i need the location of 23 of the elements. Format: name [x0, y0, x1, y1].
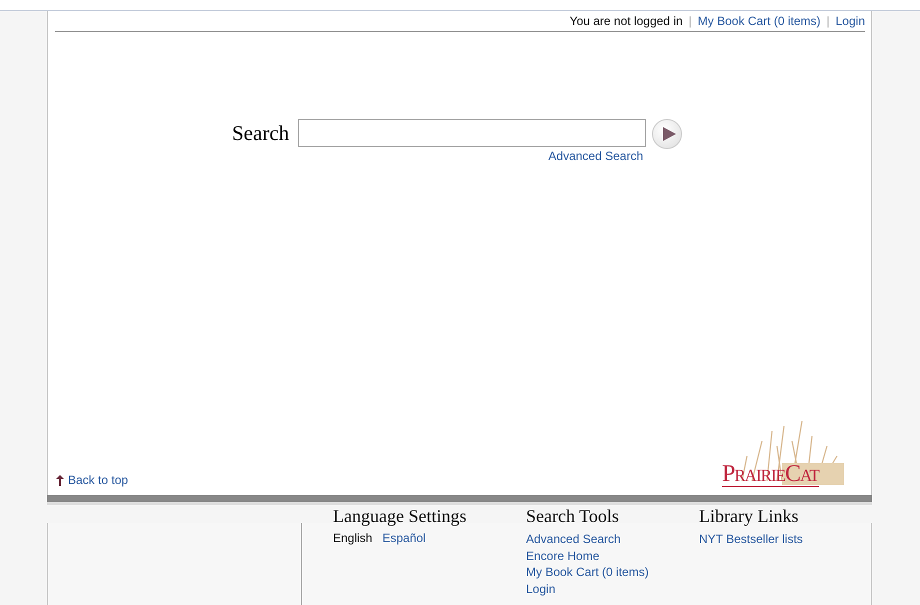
footer-link[interactable]: Advanced Search: [526, 531, 699, 548]
back-to-top-link[interactable]: Back to top: [56, 473, 128, 487]
footer-heading: Library Links: [699, 506, 800, 527]
separator: |: [826, 14, 830, 28]
up-arrow-icon: [56, 474, 64, 486]
footer-heading: Language Settings: [333, 506, 468, 527]
footer-link[interactable]: My Book Cart (0 items): [526, 564, 699, 580]
search-button[interactable]: [652, 119, 682, 149]
advanced-search-link[interactable]: Advanced Search: [548, 149, 644, 163]
search-field[interactable]: [298, 119, 646, 147]
footer-link[interactable]: NYT Bestseller lists: [699, 531, 803, 548]
logo: PrairieCat: [722, 421, 845, 489]
top-link[interactable]: My Book Cart (0 items): [698, 14, 820, 28]
top-link[interactable]: Login: [836, 14, 865, 28]
login-status: You are not logged in: [570, 14, 683, 28]
footer-heading: Search Tools: [526, 506, 620, 527]
play-icon: [662, 127, 676, 141]
separator: |: [688, 14, 692, 28]
footer-link[interactable]: Login: [526, 580, 699, 597]
search-label: Search: [232, 121, 290, 146]
current-language: English: [333, 531, 372, 545]
footer-link[interactable]: Encore Home: [526, 548, 699, 564]
language-link[interactable]: Español: [382, 531, 426, 545]
